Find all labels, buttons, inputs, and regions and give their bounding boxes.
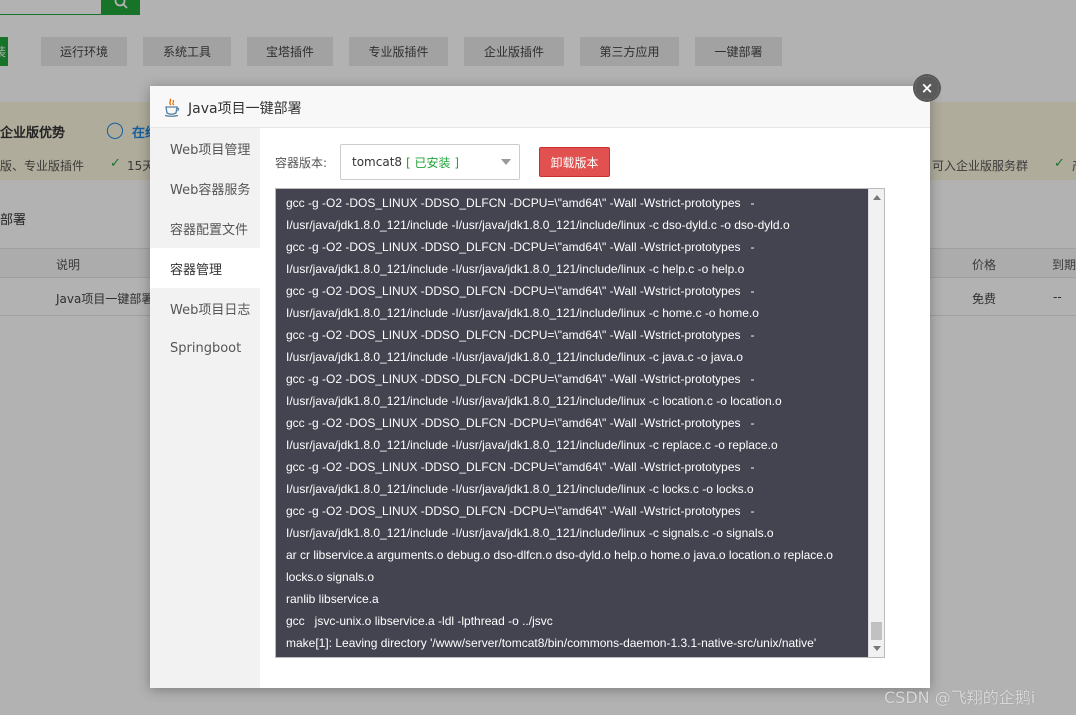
console-line: gcc -g -O2 -DOS_LINUX -DDSO_DLFCN -DCPU=… xyxy=(286,284,755,298)
console-line: I/usr/java/jdk1.8.0_121/include -I/usr/j… xyxy=(286,262,745,276)
sidebar-item-container-management[interactable]: 容器管理 xyxy=(150,248,260,288)
console-line: gcc jsvc-unix.o libservice.a -ldl -lpthr… xyxy=(286,614,553,628)
uninstall-button[interactable]: 卸载版本 xyxy=(539,147,610,177)
watermark: CSDN @飞翔的企鹅i xyxy=(884,688,1036,707)
container-management-panel: 容器版本: tomcat8 [ 已安装 ] 卸载版本 gcc -g -O2 -D… xyxy=(260,128,930,688)
console-line: I/usr/java/jdk1.8.0_121/include -I/usr/j… xyxy=(286,218,790,232)
console-line: I/usr/java/jdk1.8.0_121/include -I/usr/j… xyxy=(286,526,774,540)
dialog-header: Java项目一键部署 xyxy=(150,86,930,128)
console-line: locks.o signals.o xyxy=(286,570,375,584)
console-line: gcc -g -O2 -DOS_LINUX -DDSO_DLFCN -DCPU=… xyxy=(286,240,755,254)
dialog-title: Java项目一键部署 xyxy=(188,101,302,117)
console-output: gcc -g -O2 -DOS_LINUX -DDSO_DLFCN -DCPU=… xyxy=(286,192,871,654)
sidebar-item-web-project[interactable]: Web项目管理 xyxy=(150,128,260,168)
close-icon: × xyxy=(915,76,939,100)
console-line: I/usr/java/jdk1.8.0_121/include -I/usr/j… xyxy=(286,482,754,496)
dialog-sidebar: Web项目管理 Web容器服务 容器配置文件 容器管理 Web项目日志 Spri… xyxy=(150,128,260,688)
console-line: ranlib libservice.a xyxy=(286,592,379,606)
sidebar-item-springboot[interactable]: Springboot xyxy=(150,328,260,368)
java-deploy-dialog: Java项目一键部署 × Web项目管理 Web容器服务 容器配置文件 容器管理… xyxy=(150,74,941,688)
close-button[interactable]: × xyxy=(913,74,941,102)
console-line: ar cr libservice.a arguments.o debug.o d… xyxy=(286,548,833,562)
chevron-down-icon xyxy=(501,159,511,165)
console-line: gcc -g -O2 -DOS_LINUX -DDSO_DLFCN -DCPU=… xyxy=(286,196,755,210)
java-icon xyxy=(164,98,180,117)
console-line: I/usr/java/jdk1.8.0_121/include -I/usr/j… xyxy=(286,350,743,364)
install-status: [ 已安装 ] xyxy=(406,155,460,170)
console-scrollbar[interactable] xyxy=(868,189,884,657)
version-label: 容器版本: xyxy=(275,156,328,170)
console-line: I/usr/java/jdk1.8.0_121/include -I/usr/j… xyxy=(286,306,759,320)
console-line: I/usr/java/jdk1.8.0_121/include -I/usr/j… xyxy=(286,394,782,408)
build-log-console[interactable]: gcc -g -O2 -DOS_LINUX -DDSO_DLFCN -DCPU=… xyxy=(275,188,885,658)
console-line: gcc -g -O2 -DOS_LINUX -DDSO_DLFCN -DCPU=… xyxy=(286,372,755,386)
console-line: gcc -g -O2 -DOS_LINUX -DDSO_DLFCN -DCPU=… xyxy=(286,328,755,342)
console-line: gcc -g -O2 -DOS_LINUX -DDSO_DLFCN -DCPU=… xyxy=(286,416,755,430)
console-line: gcc -g -O2 -DOS_LINUX -DDSO_DLFCN -DCPU=… xyxy=(286,504,755,518)
sidebar-item-web-container[interactable]: Web容器服务 xyxy=(150,168,260,208)
console-line: gcc -g -O2 -DOS_LINUX -DDSO_DLFCN -DCPU=… xyxy=(286,460,755,474)
scroll-thumb[interactable] xyxy=(871,622,882,640)
scroll-down-arrow-icon[interactable] xyxy=(873,646,881,651)
console-line: make[1]: Leaving directory '/www/server/… xyxy=(286,636,817,650)
sidebar-item-container-config[interactable]: 容器配置文件 xyxy=(150,208,260,248)
console-line: I/usr/java/jdk1.8.0_121/include -I/usr/j… xyxy=(286,438,778,452)
scroll-up-arrow-icon[interactable] xyxy=(873,195,881,200)
version-value: tomcat8 xyxy=(352,155,403,169)
version-select[interactable]: tomcat8 [ 已安装 ] xyxy=(340,144,520,180)
sidebar-item-web-log[interactable]: Web项目日志 xyxy=(150,288,260,328)
